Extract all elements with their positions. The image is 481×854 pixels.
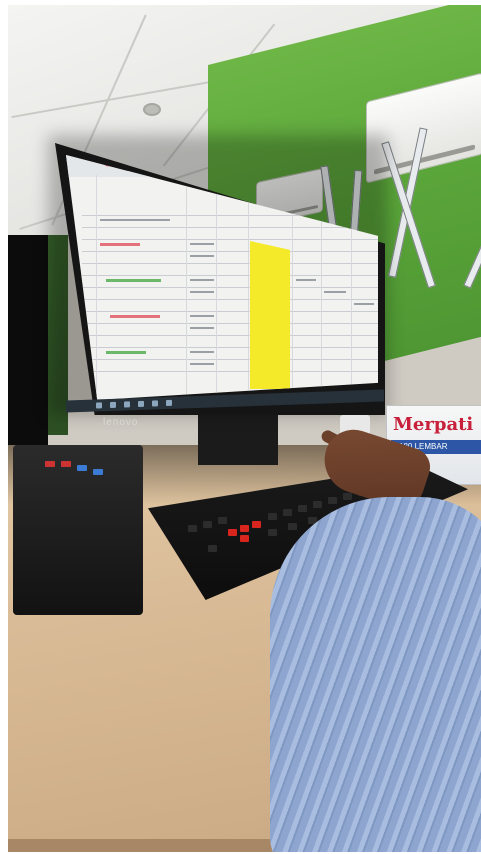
office-photo: lenovo Merpati 180 LEMBAR: [8, 5, 481, 852]
tissue-brand-label: Merpati: [393, 414, 474, 435]
monitor-brand-label: lenovo: [103, 417, 139, 428]
highlighted-column: [250, 241, 290, 389]
printer-icon: [13, 445, 143, 615]
ceiling-light-icon: [143, 103, 161, 116]
monitor-stand: [198, 415, 278, 465]
shirt-sleeve: [270, 497, 481, 852]
